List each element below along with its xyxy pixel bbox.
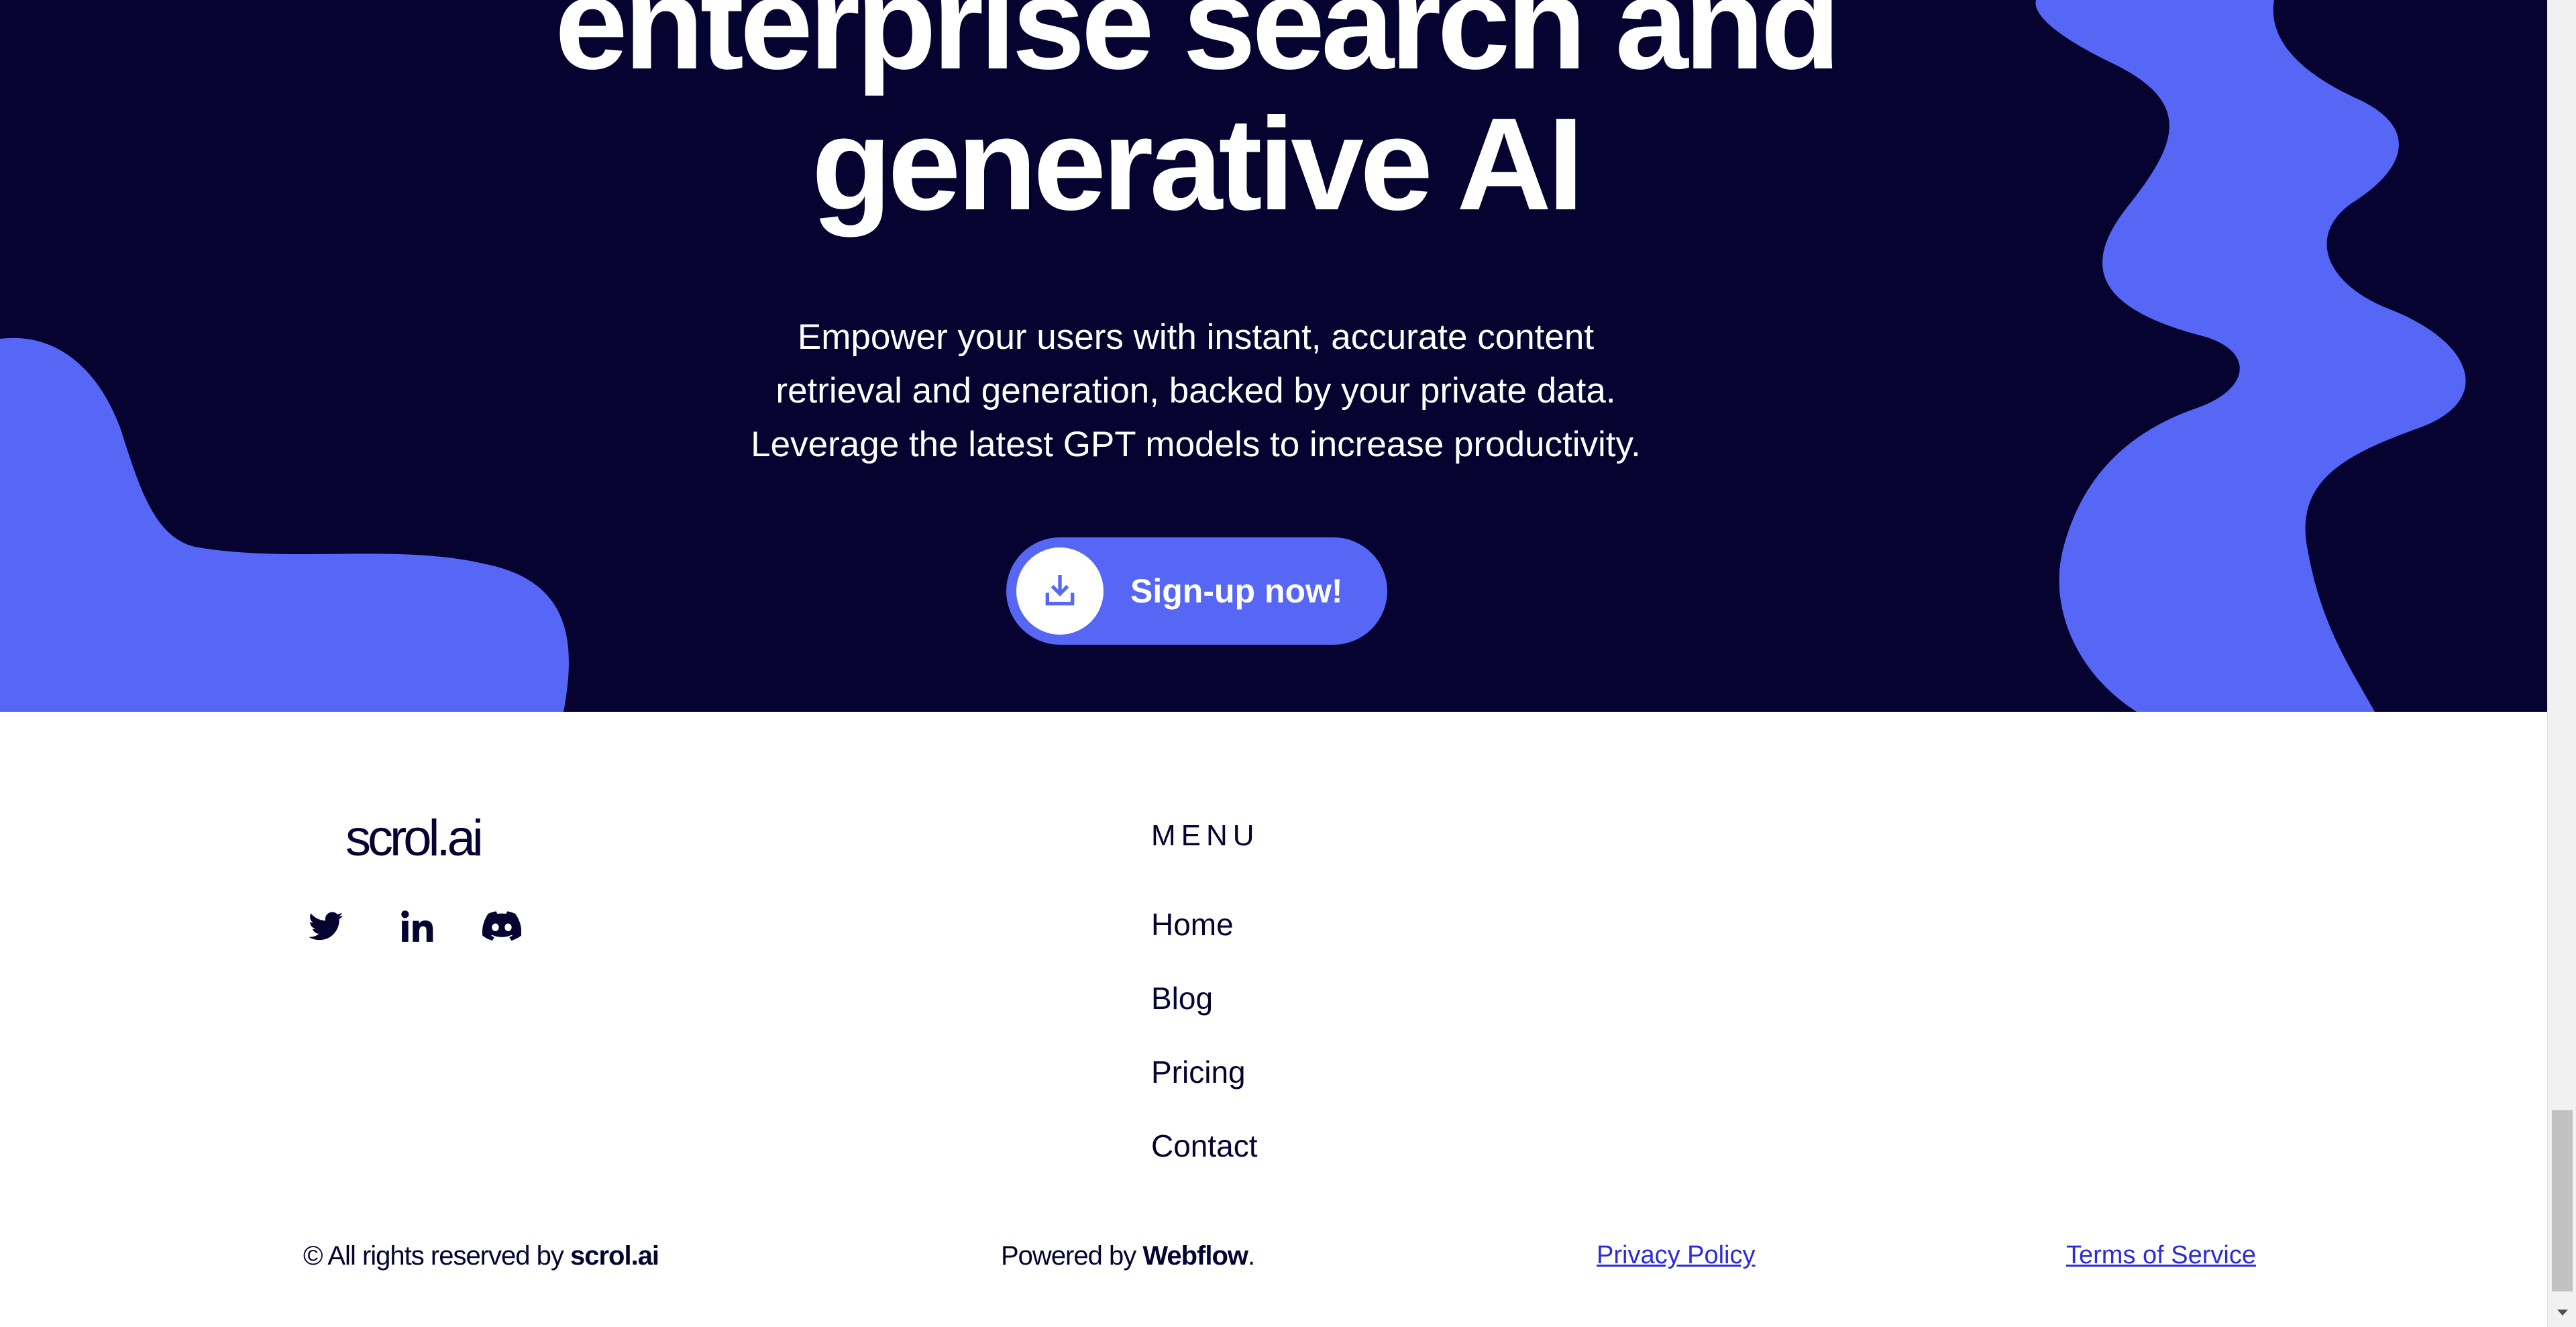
twitter-link[interactable]	[306, 906, 346, 947]
scrollbar-thumb[interactable]	[2552, 1110, 2573, 1291]
menu-item-blog[interactable]: Blog	[1151, 980, 1213, 1016]
copyright-brand: scrol.ai	[570, 1241, 659, 1271]
hero-subheading: Empower your users with instant, accurat…	[624, 311, 1768, 472]
discord-icon	[482, 911, 521, 941]
powered-suffix: .	[1248, 1241, 1255, 1271]
menu-heading: MENU	[1151, 819, 1260, 852]
linkedin-icon	[401, 910, 433, 942]
linkedin-link[interactable]	[397, 906, 437, 947]
twitter-icon	[309, 912, 343, 941]
privacy-policy-link[interactable]: Privacy Policy	[1597, 1241, 1756, 1270]
hero-heading: enterprise search and generative AI	[402, 0, 1989, 235]
download-icon	[1045, 575, 1075, 606]
terms-of-service-link[interactable]: Terms of Service	[2066, 1241, 2256, 1270]
hero-heading-line-1: enterprise search and	[554, 0, 1841, 97]
footer-logo[interactable]: scrol.ai	[345, 809, 484, 867]
hero-subheading-line-2: retrieval and generation, backed by your…	[775, 371, 1616, 411]
footer: scrol.ai MENU Home Blog Pricing Contact …	[0, 712, 2547, 1327]
copyright-text: © All rights reserved by scrol.ai	[303, 1241, 659, 1271]
hero-heading-line-2: generative AI	[811, 91, 1585, 237]
menu-item-contact[interactable]: Contact	[1151, 1128, 1258, 1164]
signup-icon-circle	[1016, 547, 1104, 635]
signup-button-label: Sign-up now!	[1130, 572, 1343, 610]
page: enterprise search and generative AI Empo…	[0, 0, 2576, 1327]
menu-item-home[interactable]: Home	[1151, 906, 1234, 943]
hero-subheading-line-3: Leverage the latest GPT models to increa…	[751, 425, 1641, 464]
powered-prefix: Powered by	[1001, 1241, 1143, 1271]
menu-item-pricing[interactable]: Pricing	[1151, 1054, 1246, 1090]
powered-brand[interactable]: Webflow	[1142, 1241, 1248, 1271]
hero-subheading-line-1: Empower your users with instant, accurat…	[797, 317, 1595, 357]
vertical-scrollbar[interactable]	[2547, 0, 2576, 1327]
powered-by-text: Powered by Webflow.	[1001, 1241, 1255, 1271]
discord-link[interactable]	[482, 906, 522, 947]
signup-button[interactable]: Sign-up now!	[1006, 537, 1387, 645]
scroll-down-arrow-icon[interactable]	[2548, 1298, 2576, 1327]
copyright-prefix: © All rights reserved by	[303, 1241, 570, 1271]
hero-section: enterprise search and generative AI Empo…	[0, 0, 2547, 712]
